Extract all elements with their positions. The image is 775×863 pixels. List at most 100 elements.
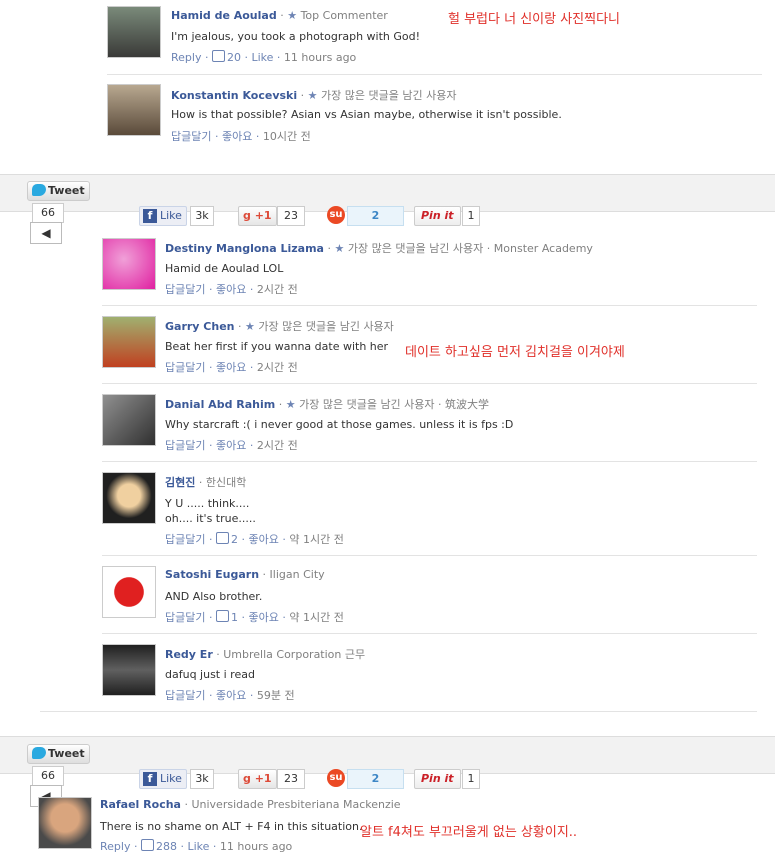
commenter-affiliation[interactable]: Monster Academy [494, 242, 593, 255]
reply-link[interactable]: 답글달기 [165, 689, 205, 702]
facebook-like-button[interactable]: f Like [139, 769, 187, 789]
reply-link[interactable]: 답글달기 [165, 439, 205, 452]
divider [40, 711, 757, 712]
commenter-badge: Top Commenter [300, 9, 388, 22]
reply-link[interactable]: Reply [171, 51, 201, 64]
tweet-count: 66 [32, 766, 64, 786]
avatar[interactable] [102, 472, 156, 524]
pinterest-button[interactable]: Pin it [414, 769, 461, 789]
commenter-badge: 가장 많은 댓글을 남긴 사용자 [347, 242, 484, 255]
tweet-button[interactable]: Tweet [27, 744, 90, 764]
avatar[interactable] [102, 644, 156, 696]
timestamp: 2시간 전 [256, 439, 298, 452]
like-link[interactable]: 좋아요 [248, 611, 278, 624]
commenter-affiliation[interactable]: 한신대학 [206, 476, 246, 489]
comment-text-line: oh.... it's true..... [165, 512, 256, 525]
translation-note: 알트 f4쳐도 부끄러울게 없는 상황이지.. [360, 825, 578, 840]
divider [107, 74, 762, 75]
avatar[interactable] [107, 6, 161, 58]
like-link[interactable]: 좋아요 [248, 533, 278, 546]
tweet-button[interactable]: Tweet [27, 181, 90, 201]
timestamp: 2시간 전 [256, 283, 298, 296]
pinterest-count: 1 [462, 769, 480, 789]
star-icon: ★ [245, 320, 255, 333]
thumbs-up-icon [215, 610, 229, 622]
google-plus-button[interactable]: g +1 [238, 206, 277, 226]
commenter-name[interactable]: Konstantin Kocevski [171, 89, 297, 102]
like-link[interactable]: 좋아요 [216, 283, 246, 296]
like-link[interactable]: Like [187, 840, 209, 853]
commenter-badge: 가장 많은 댓글을 남긴 사용자 [258, 320, 394, 333]
translation-note: 헐 부럽다 너 신이랑 사진찍다니 [448, 12, 621, 27]
commenter-affiliation[interactable]: Universidade Presbiteriana Mackenzie [191, 798, 400, 811]
reply-link[interactable]: 답글달기 [165, 611, 205, 624]
comment-text: Beat her first if you wanna date with he… [165, 340, 389, 353]
comment-actions: 답글달기 · 1 · 좋아요 · 약 1시간 전 [165, 610, 344, 624]
commenter-name[interactable]: Redy Er [165, 648, 213, 661]
avatar[interactable] [102, 394, 156, 446]
commenter-name[interactable]: 김현진 [165, 476, 195, 489]
comment-text: How is that possible? Asian vs Asian may… [171, 108, 562, 121]
comment-text-line: Y U ..... think.... [165, 497, 250, 510]
commenter-name[interactable]: Danial Abd Rahim [165, 398, 275, 411]
reply-link[interactable]: Reply [100, 840, 130, 853]
thumbs-up-icon [211, 50, 225, 62]
like-link[interactable]: 좋아요 [216, 361, 246, 374]
avatar[interactable] [102, 316, 156, 368]
divider [102, 633, 757, 634]
star-icon: ★ [307, 89, 318, 102]
comment-header: Satoshi Eugarn · Iligan City [165, 568, 325, 581]
avatar[interactable] [107, 84, 161, 136]
avatar[interactable] [102, 566, 156, 618]
comment-actions: 답글달기 · 2 · 좋아요 · 약 1시간 전 [165, 532, 344, 546]
comment-actions: Reply · 20 · Like · 11 hours ago [171, 50, 357, 64]
like-link[interactable]: 좋아요 [222, 130, 252, 143]
collapse-arrow-button[interactable]: ◀ [30, 222, 62, 244]
star-icon: ★ [287, 9, 298, 22]
google-plus-button[interactable]: g +1 [238, 769, 277, 789]
comment-header: Destiny Manglona Lizama · ★ 가장 많은 댓글을 남긴… [165, 242, 593, 255]
stumbleupon-icon[interactable]: su [327, 206, 345, 224]
commenter-name[interactable]: Garry Chen [165, 320, 235, 333]
divider [102, 461, 757, 462]
comment-actions: 답글달기 · 좋아요 · 59분 전 [165, 689, 295, 702]
commenter-badge: 가장 많은 댓글을 남긴 사용자 [299, 398, 435, 411]
facebook-like-button[interactable]: f Like [139, 206, 187, 226]
stumbleupon-count: 2 [347, 769, 404, 789]
pinterest-button[interactable]: Pin it [414, 206, 461, 226]
stumbleupon-icon[interactable]: su [327, 769, 345, 787]
avatar[interactable] [102, 238, 156, 290]
google-g-icon: g [243, 209, 251, 222]
avatar[interactable] [38, 797, 92, 849]
twitter-bird-icon [32, 747, 46, 759]
reply-link[interactable]: 답글달기 [165, 361, 205, 374]
tweet-count: 66 [32, 203, 64, 223]
commenter-name[interactable]: Hamid de Aoulad [171, 9, 277, 22]
pinterest-count: 1 [462, 206, 480, 226]
commenter-affiliation[interactable]: 筑波大学 [445, 398, 489, 411]
facebook-like-count: 3k [190, 206, 214, 226]
timestamp: 11 hours ago [219, 840, 293, 853]
comment-header: Konstantin Kocevski · ★ 가장 많은 댓글을 남긴 사용자 [171, 89, 457, 102]
translation-note: 데이트 하고싶음 먼저 김치걸을 이겨야제 [405, 345, 625, 360]
commenter-affiliation[interactable]: Iligan City [270, 568, 325, 581]
reply-link[interactable]: 답글달기 [165, 283, 205, 296]
comment-text: Hamid de Aoulad LOL [165, 262, 284, 275]
comment-text: I'm jealous, you took a photograph with … [171, 30, 421, 43]
like-link[interactable]: 좋아요 [216, 439, 246, 452]
like-link[interactable]: Like [251, 51, 273, 64]
facebook-icon: f [143, 209, 157, 223]
reply-link[interactable]: 답글달기 [165, 533, 205, 546]
comment-actions: 답글달기 · 좋아요 · 2시간 전 [165, 361, 298, 374]
reply-link[interactable]: 답글달기 [171, 130, 211, 143]
commenter-name[interactable]: Rafael Rocha [100, 798, 181, 811]
comment-header: 김현진 · 한신대학 [165, 476, 247, 489]
google-g-icon: g [243, 772, 251, 785]
commenter-name[interactable]: Destiny Manglona Lizama [165, 242, 324, 255]
commenter-affiliation[interactable]: Umbrella Corporation 근무 [223, 648, 365, 661]
commenter-name[interactable]: Satoshi Eugarn [165, 568, 259, 581]
like-link[interactable]: 좋아요 [216, 689, 246, 702]
comment-header: Rafael Rocha · Universidade Presbiterian… [100, 798, 401, 811]
comment-text: Why starcraft :( i never good at those g… [165, 418, 514, 431]
comment-text: AND Also brother. [165, 590, 263, 603]
